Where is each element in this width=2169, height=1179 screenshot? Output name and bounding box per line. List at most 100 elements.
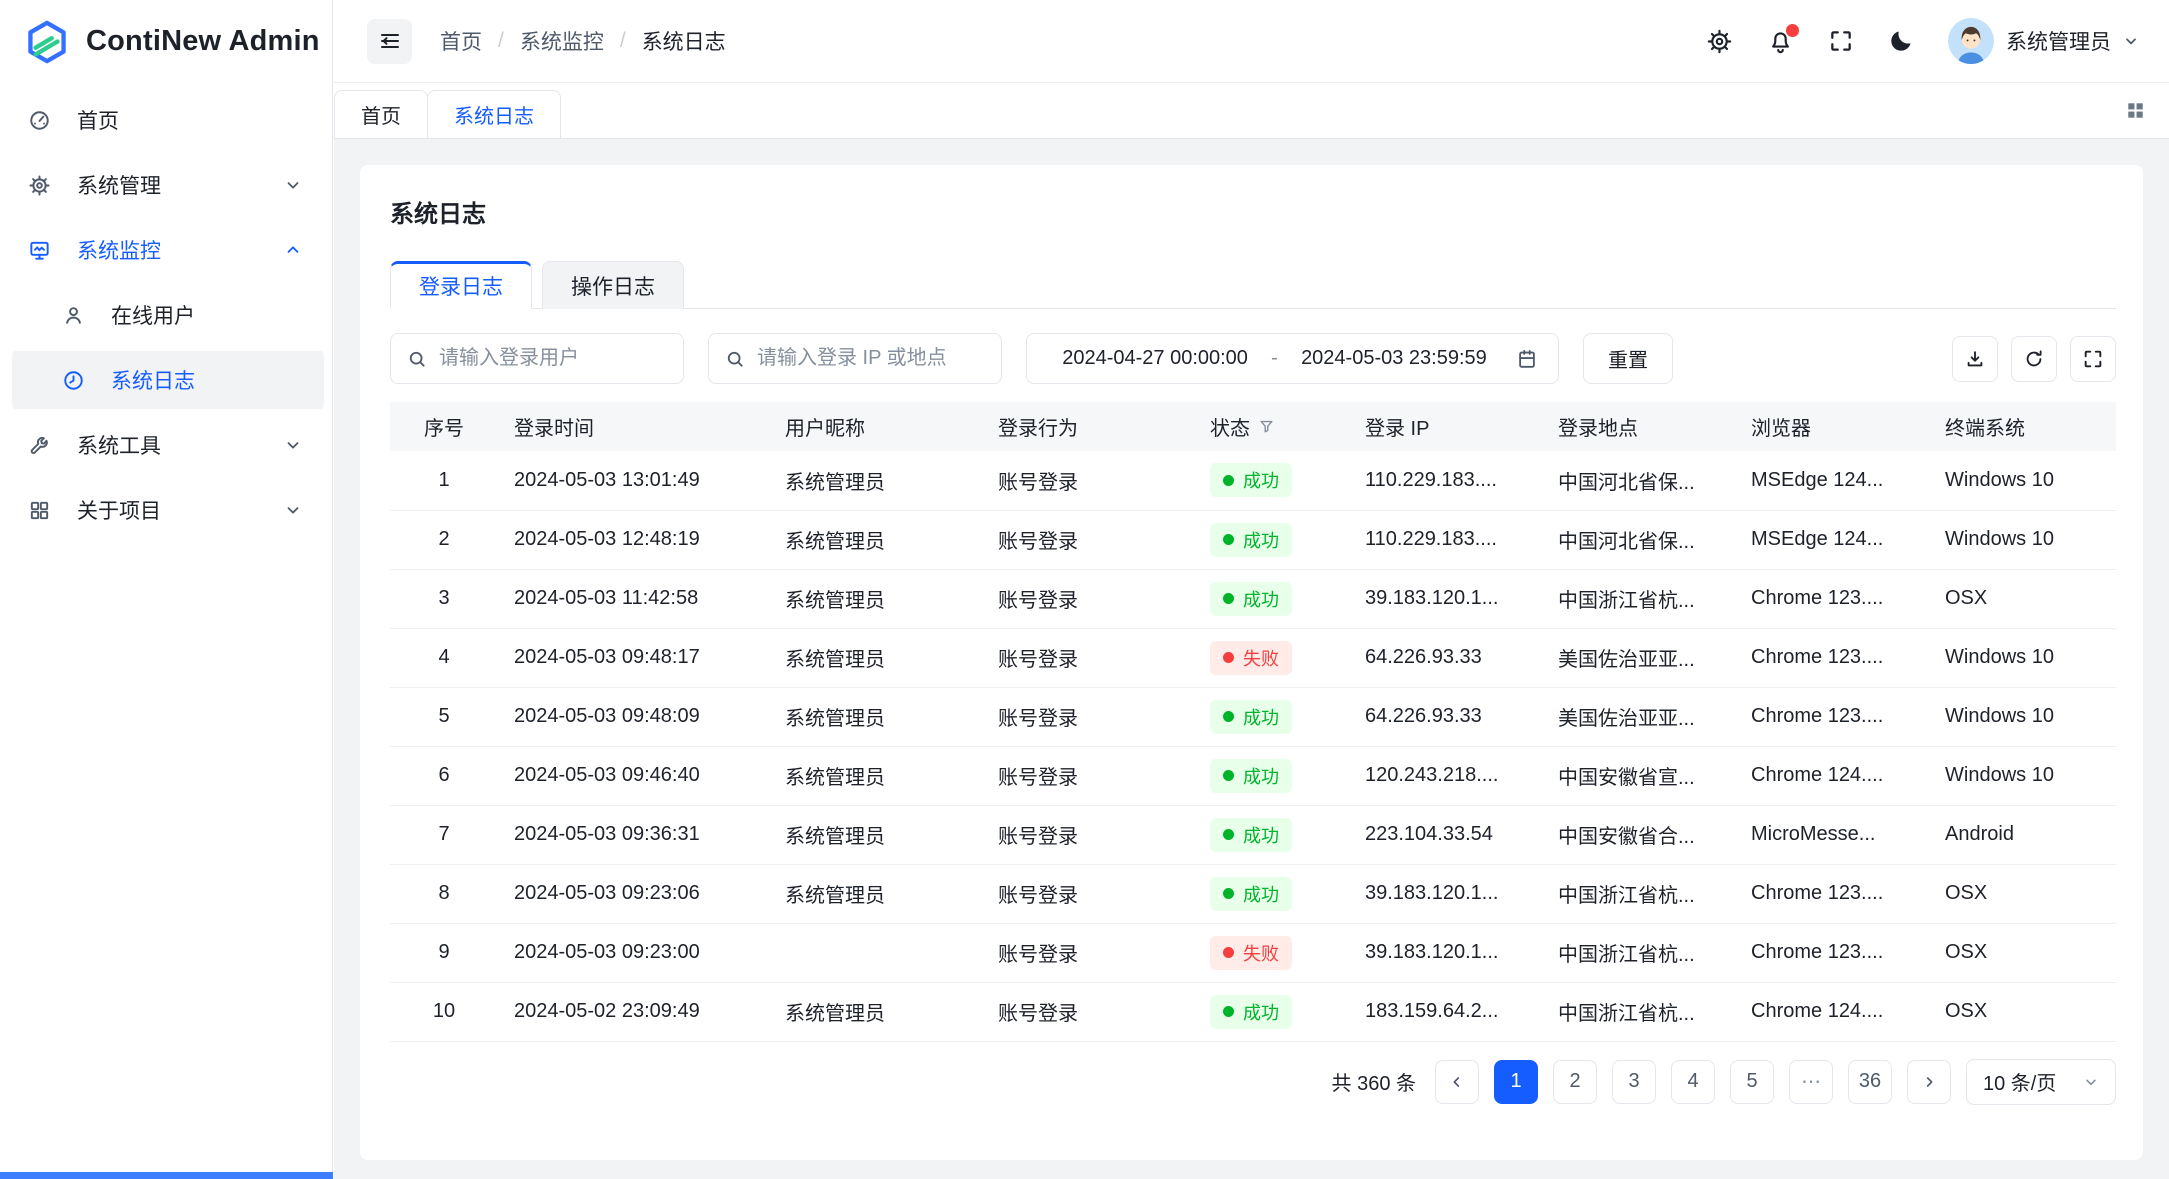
page-button-1[interactable]: 1 bbox=[1494, 1060, 1538, 1104]
login-user-input[interactable] bbox=[439, 347, 704, 370]
sidebar-item-label: 系统日志 bbox=[111, 365, 195, 395]
sidebar-scrollbar-thumb[interactable] bbox=[0, 1172, 333, 1179]
sidebar-item-home[interactable]: 首页 bbox=[0, 91, 324, 149]
status-dot bbox=[1223, 711, 1234, 722]
cell-os: Windows 10 bbox=[1929, 510, 2116, 569]
page-button-5[interactable]: 5 bbox=[1730, 1060, 1774, 1104]
table-header-row: 序号 登录时间 用户昵称 登录行为 状态 登录 IP bbox=[390, 402, 2116, 451]
cell-nickname bbox=[769, 923, 982, 982]
cell-browser: Chrome 123.... bbox=[1735, 864, 1929, 923]
moon-icon bbox=[1888, 28, 1914, 54]
date-range-picker[interactable]: 2024-04-27 00:00:00 - 2024-05-03 23:59:5… bbox=[1026, 333, 1559, 384]
pagination-next-button[interactable] bbox=[1907, 1060, 1951, 1104]
cell-nickname: 系统管理员 bbox=[769, 687, 982, 746]
status-dot bbox=[1223, 475, 1234, 486]
date-range-start[interactable]: 2024-04-27 00:00:00 bbox=[1047, 347, 1263, 370]
dark-mode-button[interactable] bbox=[1888, 28, 1914, 54]
topbar-actions: 系统管理员 bbox=[1706, 18, 2139, 64]
page-button-4[interactable]: 4 bbox=[1671, 1060, 1715, 1104]
cell-ip: 183.159.64.2... bbox=[1349, 982, 1542, 1041]
cell-status: 成功 bbox=[1194, 569, 1349, 628]
reset-button[interactable]: 重置 bbox=[1583, 333, 1673, 384]
notifications-button[interactable] bbox=[1767, 28, 1794, 55]
gear-icon bbox=[28, 174, 51, 197]
page-tab-system-logs[interactable]: 系统日志 bbox=[427, 90, 561, 138]
cell-index: 3 bbox=[390, 569, 498, 628]
fullscreen-button[interactable] bbox=[1828, 28, 1854, 54]
col-header-behavior: 登录行为 bbox=[982, 402, 1194, 451]
cell-ip: 120.243.218.... bbox=[1349, 746, 1542, 805]
sidebar-item-label: 系统管理 bbox=[77, 170, 161, 200]
table-row: 62024-05-03 09:46:40系统管理员账号登录成功120.243.2… bbox=[390, 746, 2116, 805]
settings-button[interactable] bbox=[1706, 28, 1733, 55]
refresh-button[interactable] bbox=[2011, 336, 2057, 382]
chevron-down-icon bbox=[284, 436, 302, 454]
filter-icon[interactable] bbox=[1258, 418, 1275, 435]
breadcrumb-separator: / bbox=[620, 29, 626, 53]
cell-ip: 110.229.183.... bbox=[1349, 451, 1542, 510]
cell-ip: 39.183.120.1... bbox=[1349, 569, 1542, 628]
search-icon bbox=[407, 349, 427, 369]
sidebar-item-system-logs[interactable]: 系统日志 bbox=[12, 351, 324, 409]
sidebar-collapse-button[interactable] bbox=[367, 19, 412, 64]
page-button-36[interactable]: 36 bbox=[1848, 1060, 1892, 1104]
table-row: 12024-05-03 13:01:49系统管理员账号登录成功110.229.1… bbox=[390, 451, 2116, 510]
breadcrumb-home[interactable]: 首页 bbox=[440, 26, 482, 56]
cell-os: OSX bbox=[1929, 864, 2116, 923]
date-range-separator: - bbox=[1271, 347, 1278, 370]
tab-actions-grid-icon[interactable] bbox=[2124, 99, 2147, 122]
cell-time: 2024-05-03 12:48:19 bbox=[498, 510, 769, 569]
sidebar-item-system-management[interactable]: 系统管理 bbox=[0, 156, 324, 214]
log-table-body: 12024-05-03 13:01:49系统管理员账号登录成功110.229.1… bbox=[390, 451, 2116, 1041]
sidebar-item-online-users[interactable]: 在线用户 bbox=[0, 286, 324, 344]
table-row: 22024-05-03 12:48:19系统管理员账号登录成功110.229.1… bbox=[390, 510, 2116, 569]
dashboard-icon bbox=[28, 109, 51, 132]
login-ip-input[interactable] bbox=[757, 347, 1022, 370]
sidebar-item-about[interactable]: 关于项目 bbox=[0, 481, 324, 539]
sidebar-item-label: 系统监控 bbox=[77, 235, 161, 265]
sidebar-menu: 首页 系统管理 系统监控 在线用户 bbox=[0, 83, 332, 539]
calendar-icon bbox=[1516, 348, 1538, 370]
pagination-prev-button[interactable] bbox=[1435, 1060, 1479, 1104]
page-size-select[interactable]: 10 条/页 bbox=[1966, 1059, 2116, 1105]
page-button-2[interactable]: 2 bbox=[1553, 1060, 1597, 1104]
tab-login-logs[interactable]: 登录日志 bbox=[390, 261, 532, 309]
table-fullscreen-button[interactable] bbox=[2070, 336, 2116, 382]
cell-os: Windows 10 bbox=[1929, 628, 2116, 687]
logo-row[interactable]: ContiNew Admin bbox=[0, 0, 332, 83]
login-log-table: 序号 登录时间 用户昵称 登录行为 状态 登录 IP bbox=[390, 402, 2116, 1042]
cell-browser: Chrome 123.... bbox=[1735, 687, 1929, 746]
user-menu[interactable]: 系统管理员 bbox=[1948, 18, 2139, 64]
sidebar-item-system-tools[interactable]: 系统工具 bbox=[0, 416, 324, 474]
sidebar-item-system-monitor[interactable]: 系统监控 bbox=[0, 221, 324, 279]
page-tab-home[interactable]: 首页 bbox=[334, 90, 428, 138]
cell-ip: 39.183.120.1... bbox=[1349, 923, 1542, 982]
cell-behavior: 账号登录 bbox=[982, 746, 1194, 805]
status-dot bbox=[1223, 593, 1234, 604]
cell-index: 10 bbox=[390, 982, 498, 1041]
date-range-end[interactable]: 2024-05-03 23:59:59 bbox=[1286, 347, 1502, 370]
app-logo-icon bbox=[24, 19, 70, 65]
table-row: 52024-05-03 09:48:09系统管理员账号登录成功64.226.93… bbox=[390, 687, 2116, 746]
cell-status: 成功 bbox=[1194, 864, 1349, 923]
cell-ip: 39.183.120.1... bbox=[1349, 864, 1542, 923]
notification-badge-dot bbox=[1786, 24, 1799, 37]
login-ip-search[interactable] bbox=[708, 333, 1002, 384]
breadcrumb-system-monitor[interactable]: 系统监控 bbox=[520, 26, 604, 56]
cell-time: 2024-05-03 09:48:09 bbox=[498, 687, 769, 746]
refresh-icon bbox=[2023, 348, 2045, 370]
status-dot bbox=[1223, 770, 1234, 781]
login-user-search[interactable] bbox=[390, 333, 684, 384]
cell-location: 中国浙江省杭... bbox=[1542, 569, 1735, 628]
download-icon bbox=[1964, 348, 1986, 370]
tab-label: 登录日志 bbox=[419, 271, 503, 301]
page-button-3[interactable]: 3 bbox=[1612, 1060, 1656, 1104]
export-button[interactable] bbox=[1952, 336, 1998, 382]
cell-browser: MicroMesse... bbox=[1735, 805, 1929, 864]
chevron-left-icon bbox=[1449, 1074, 1465, 1090]
content-area: 系统日志 登录日志 操作日志 bbox=[334, 139, 2169, 1179]
page-ellipsis-button[interactable]: ⋯ bbox=[1789, 1060, 1833, 1104]
cell-location: 中国安徽省合... bbox=[1542, 805, 1735, 864]
tab-operation-logs[interactable]: 操作日志 bbox=[542, 261, 684, 309]
status-dot bbox=[1223, 888, 1234, 899]
